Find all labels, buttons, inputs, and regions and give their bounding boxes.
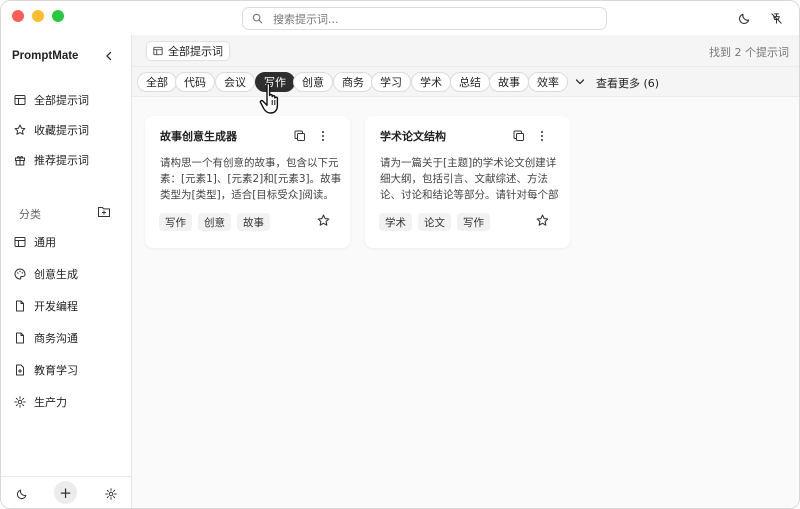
sidebar-item-label: 收藏提示词	[34, 124, 89, 137]
table-icon	[153, 46, 163, 56]
settings-button[interactable]	[104, 487, 118, 501]
tag-chip[interactable]: 故事	[489, 72, 529, 92]
sidebar-item-label: 商务沟通	[34, 332, 78, 345]
add-prompt-button[interactable]: +	[54, 481, 77, 504]
card-tag[interactable]: 学术	[379, 213, 412, 231]
title-bar	[1, 1, 799, 35]
star-icon	[14, 124, 26, 136]
star-icon[interactable]	[536, 214, 549, 227]
sidebar-item-label: 创意生成	[34, 268, 78, 281]
sidebar-item-label: 推荐提示词	[34, 154, 89, 167]
sidebar-footer: +	[1, 476, 131, 508]
prompt-card-description: 请构思一个有创意的故事，包含以下元素：[元素1]、[元素2]和[元素3]。故事类…	[160, 157, 342, 201]
show-more-tags-button[interactable]: 查看更多 (6)	[596, 75, 659, 91]
add-folder-icon[interactable]	[97, 205, 111, 218]
card-tag[interactable]: 论文	[418, 213, 451, 231]
collapse-sidebar-icon[interactable]	[102, 49, 116, 63]
card-tag[interactable]: 写作	[457, 213, 490, 231]
tag-chip[interactable]: 全部	[137, 72, 177, 92]
tag-chip[interactable]: 效率	[528, 72, 568, 92]
sidebar-item-creative[interactable]: 创意生成	[14, 263, 124, 285]
search-box[interactable]	[242, 7, 607, 30]
table-icon	[14, 94, 26, 106]
palette-icon	[14, 268, 26, 280]
more-vertical-icon[interactable]	[318, 130, 328, 142]
close-window-button[interactable]	[12, 10, 24, 22]
card-tag[interactable]: 创意	[198, 213, 231, 231]
search-input[interactable]	[273, 11, 573, 27]
search-icon	[252, 13, 263, 24]
theme-toggle-button[interactable]	[736, 10, 752, 26]
hand-cursor-icon	[259, 82, 279, 114]
tag-chip[interactable]: 学术	[411, 72, 451, 92]
sidebar-item-label: 全部提示词	[34, 94, 89, 107]
sidebar-item-all-prompts[interactable]: 全部提示词	[14, 89, 124, 111]
sidebar-item-productivity[interactable]: 生产力	[14, 391, 124, 413]
minimize-window-button[interactable]	[32, 10, 44, 22]
sidebar-item-label: 通用	[34, 236, 56, 249]
prompt-card-title: 学术论文结构	[380, 130, 446, 143]
prompt-card-tags: 写作 创意 故事	[159, 213, 270, 231]
window-controls	[12, 10, 64, 22]
tag-chip[interactable]: 商务	[333, 72, 373, 92]
tag-chip[interactable]: 代码	[175, 72, 215, 92]
breadcrumb-label: 全部提示词	[168, 45, 223, 58]
file-plus-icon	[14, 364, 26, 376]
prompt-card[interactable]: 故事创意生成器 请构思一个有创意的故事，包含以下元素：[元素1]、[元素2]和[…	[145, 116, 350, 248]
sidebar-item-label: 生产力	[34, 396, 67, 409]
sidebar-item-development[interactable]: 开发编程	[14, 295, 124, 317]
tag-chip[interactable]: 会议	[215, 72, 255, 92]
copy-icon[interactable]	[294, 130, 306, 142]
file-icon	[14, 332, 26, 344]
pin-toggle-button[interactable]	[768, 10, 784, 26]
footer-theme-button[interactable]	[15, 487, 29, 501]
sidebar-item-label: 教育学习	[34, 364, 78, 377]
app-brand: PromptMate	[12, 50, 79, 62]
sidebar: PromptMate 全部提示词 收藏提示词 推荐提示词 分类 通用 创意生成 …	[1, 35, 132, 508]
sidebar-item-label: 开发编程	[34, 300, 78, 313]
sidebar-item-business[interactable]: 商务沟通	[14, 327, 124, 349]
breadcrumb[interactable]: 全部提示词	[146, 41, 230, 61]
sidebar-item-general[interactable]: 通用	[14, 231, 124, 253]
prompt-card-title: 故事创意生成器	[160, 130, 237, 143]
result-count: 找到 2 个提示词	[709, 46, 789, 59]
chevron-down-icon[interactable]	[575, 78, 585, 86]
tag-chip[interactable]: 学习	[371, 72, 411, 92]
prompt-card-description: 请为一篇关于[主题]的学术论文创建详细大纲，包括引言、文献综述、方法论、讨论和结…	[380, 157, 559, 201]
pin-off-icon	[770, 12, 782, 24]
tag-filter-bar: 全部 代码 会议 写作 创意 商务 学习 学术 总结 故事 效率 查看更多 (6…	[132, 67, 799, 97]
main-content: 全部提示词 找到 2 个提示词 全部 代码 会议 写作 创意 商务 学习 学术 …	[132, 35, 799, 508]
file-icon	[14, 300, 26, 312]
table-icon	[14, 236, 26, 248]
tag-chip[interactable]: 总结	[450, 72, 490, 92]
card-tag[interactable]: 写作	[159, 213, 192, 231]
sidebar-item-recommended[interactable]: 推荐提示词	[14, 149, 124, 171]
card-tag[interactable]: 故事	[237, 213, 270, 231]
gear-icon	[105, 488, 117, 500]
prompt-card-tags: 学术 论文 写作	[379, 213, 490, 231]
sidebar-item-education[interactable]: 教育学习	[14, 359, 124, 381]
gear-icon	[14, 396, 26, 408]
sidebar-item-favorites[interactable]: 收藏提示词	[14, 119, 124, 141]
more-vertical-icon[interactable]	[537, 130, 547, 142]
app-window: PromptMate 全部提示词 收藏提示词 推荐提示词 分类	[0, 0, 800, 509]
star-icon[interactable]	[317, 214, 330, 227]
category-section-label: 分类	[19, 208, 41, 221]
tag-chip[interactable]: 创意	[293, 72, 333, 92]
moon-icon	[738, 13, 749, 24]
copy-icon[interactable]	[513, 130, 525, 142]
prompt-card[interactable]: 学术论文结构 请为一篇关于[主题]的学术论文创建详细大纲，包括引言、文献综述、方…	[365, 116, 570, 248]
gift-icon	[14, 154, 26, 166]
zoom-window-button[interactable]	[52, 10, 64, 22]
moon-icon	[16, 489, 27, 500]
content-header: 全部提示词 找到 2 个提示词	[132, 35, 799, 67]
